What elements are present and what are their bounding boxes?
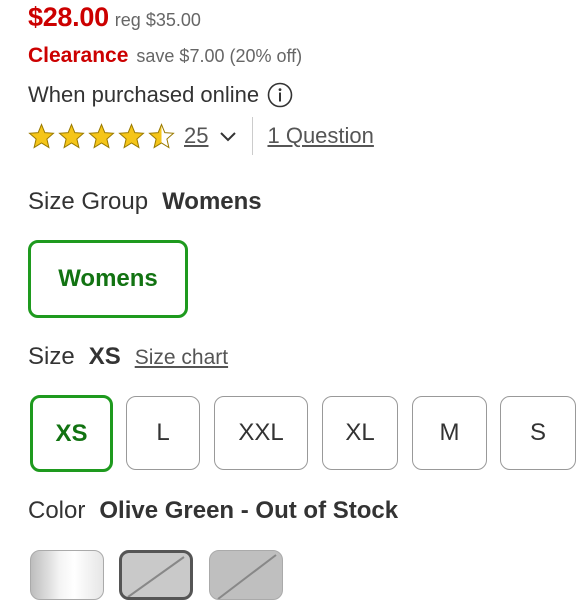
savings-text: save $7.00 (20% off) — [136, 46, 303, 66]
color-label: Color — [28, 497, 86, 524]
size-option-label: L — [156, 419, 170, 446]
chevron-down-icon[interactable] — [218, 126, 238, 146]
color-swatch-3[interactable] — [209, 550, 283, 600]
current-price: $28.00 — [28, 2, 109, 32]
questions-link[interactable]: 1 Question — [267, 123, 373, 149]
size-group-option-label: Womens — [58, 265, 158, 292]
size-option-xs[interactable]: XS — [30, 395, 113, 472]
size-option-xxl[interactable]: XXL — [214, 396, 308, 470]
size-group-label: Size Group — [28, 188, 149, 215]
size-option-label: M — [439, 419, 460, 446]
online-note-row: When purchased online — [28, 82, 293, 108]
star-icon — [58, 122, 85, 149]
size-group-heading: Size Group Womens — [28, 188, 262, 216]
online-note: When purchased online — [28, 82, 260, 107]
divider — [252, 117, 254, 155]
clearance-row: Clearance save $7.00 (20% off) — [28, 44, 302, 68]
price-row: $28.00 reg $35.00 — [28, 2, 201, 40]
size-group-selected: Womens — [162, 188, 262, 215]
size-option-s[interactable]: S — [500, 396, 576, 470]
star-icon — [148, 122, 175, 149]
color-heading: Color Olive Green - Out of Stock — [28, 497, 398, 525]
size-group-option-womens[interactable]: Womens — [28, 240, 188, 318]
color-swatch-1[interactable] — [30, 550, 104, 600]
review-count-link[interactable]: 25 — [184, 123, 208, 149]
size-option-xl[interactable]: XL — [322, 396, 398, 470]
size-label: Size — [28, 343, 75, 370]
regular-price: reg $35.00 — [114, 10, 201, 30]
clearance-label: Clearance — [28, 44, 129, 67]
size-option-m[interactable]: M — [412, 396, 487, 470]
rating-row: 25 1 Question — [28, 117, 374, 155]
size-option-l[interactable]: L — [126, 396, 200, 470]
star-icon — [28, 122, 55, 149]
size-chart-link[interactable]: Size chart — [135, 346, 228, 370]
star-rating[interactable] — [28, 122, 178, 150]
unavailable-slash — [127, 556, 185, 597]
star-icon — [88, 122, 115, 149]
info-icon[interactable] — [267, 82, 293, 108]
size-option-label: XL — [345, 419, 375, 446]
size-option-label: XXL — [238, 419, 284, 446]
color-selected: Olive Green - Out of Stock — [99, 497, 399, 524]
size-option-label: XS — [55, 419, 88, 447]
color-swatch-olive-green[interactable] — [119, 550, 193, 600]
unavailable-slash — [217, 554, 277, 599]
star-icon — [118, 122, 145, 149]
size-selected: XS — [88, 343, 121, 370]
size-option-label: S — [529, 419, 546, 446]
size-heading: Size XS Size chart — [28, 343, 228, 371]
